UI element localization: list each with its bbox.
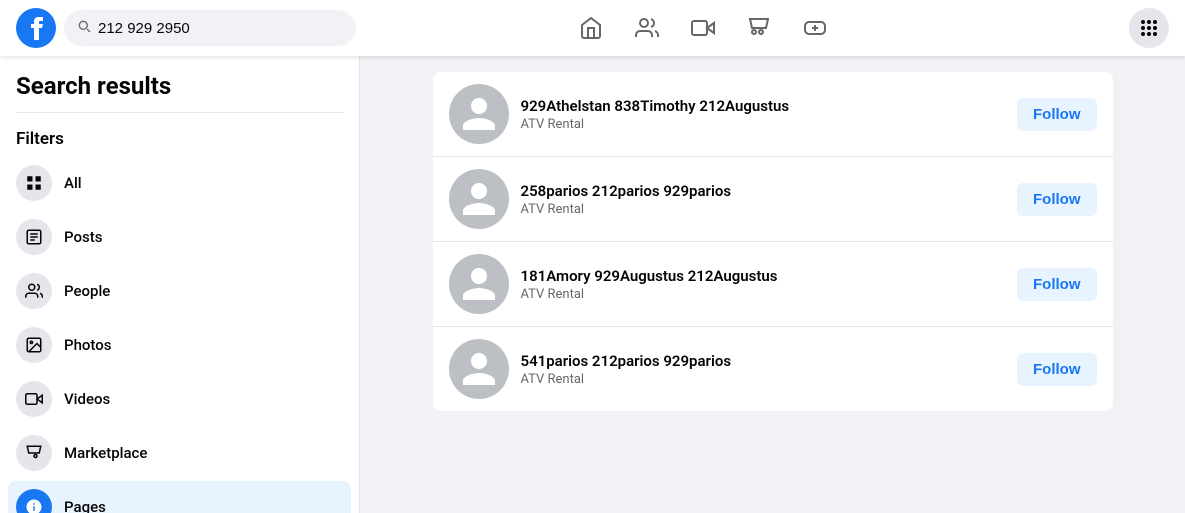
app-layout: Search results Filters All Posts People bbox=[0, 0, 1185, 513]
sidebar-item-label: Marketplace bbox=[64, 444, 147, 462]
search-icon bbox=[76, 18, 92, 38]
avatar bbox=[449, 339, 509, 399]
posts-icon bbox=[16, 219, 52, 255]
sidebar-item-label: People bbox=[64, 282, 110, 300]
sidebar-divider bbox=[16, 112, 343, 113]
avatar bbox=[449, 169, 509, 229]
search-box[interactable] bbox=[64, 10, 356, 46]
sidebar-item-pages[interactable]: Pages bbox=[8, 481, 351, 513]
sidebar-item-videos[interactable]: Videos bbox=[8, 373, 351, 425]
top-navigation bbox=[0, 0, 1185, 56]
avatar bbox=[449, 254, 509, 314]
table-row: 181Amory 929Augustus 212Augustus ATV Ren… bbox=[433, 242, 1113, 327]
result-name: 258parios 212parios 929parios bbox=[521, 182, 1006, 200]
result-name: 181Amory 929Augustus 212Augustus bbox=[521, 267, 1006, 285]
sidebar-item-label: Posts bbox=[64, 228, 102, 246]
follow-button[interactable]: Follow bbox=[1017, 268, 1097, 301]
apps-menu-button[interactable] bbox=[1129, 8, 1169, 48]
sidebar-item-people[interactable]: People bbox=[8, 265, 351, 317]
follow-button[interactable]: Follow bbox=[1017, 353, 1097, 386]
table-row: 929Athelstan 838Timothy 212Augustus ATV … bbox=[433, 72, 1113, 157]
result-info: 258parios 212parios 929parios ATV Rental bbox=[521, 182, 1006, 217]
sidebar-item-photos[interactable]: Photos bbox=[8, 319, 351, 371]
result-info: 181Amory 929Augustus 212Augustus ATV Ren… bbox=[521, 267, 1006, 302]
marketplace-icon bbox=[16, 435, 52, 471]
follow-button[interactable]: Follow bbox=[1017, 183, 1097, 216]
marketplace-nav-button[interactable] bbox=[735, 4, 783, 52]
page-title: Search results bbox=[8, 72, 351, 112]
avatar bbox=[449, 84, 509, 144]
pages-icon bbox=[16, 489, 52, 513]
follow-button[interactable]: Follow bbox=[1017, 98, 1097, 131]
filters-label: Filters bbox=[8, 125, 351, 157]
table-row: 258parios 212parios 929parios ATV Rental… bbox=[433, 157, 1113, 242]
all-icon bbox=[16, 165, 52, 201]
home-nav-button[interactable] bbox=[567, 4, 615, 52]
result-info: 541parios 212parios 929parios ATV Rental bbox=[521, 352, 1006, 387]
nav-center-icons bbox=[356, 4, 1049, 52]
result-name: 541parios 212parios 929parios bbox=[521, 352, 1006, 370]
table-row: 541parios 212parios 929parios ATV Rental… bbox=[433, 327, 1113, 411]
results-list: 929Athelstan 838Timothy 212Augustus ATV … bbox=[433, 72, 1113, 411]
sidebar-item-posts[interactable]: Posts bbox=[8, 211, 351, 263]
result-info: 929Athelstan 838Timothy 212Augustus ATV … bbox=[521, 97, 1006, 132]
sidebar-item-all[interactable]: All bbox=[8, 157, 351, 209]
people-icon bbox=[16, 273, 52, 309]
facebook-logo-icon bbox=[16, 8, 56, 48]
sidebar-item-label: Photos bbox=[64, 336, 111, 354]
grid-icon bbox=[1139, 18, 1159, 38]
sidebar-item-label: Pages bbox=[64, 498, 106, 513]
nav-right bbox=[1049, 8, 1169, 48]
result-category: ATV Rental bbox=[521, 372, 1006, 387]
friends-nav-button[interactable] bbox=[623, 4, 671, 52]
videos-icon bbox=[16, 381, 52, 417]
result-category: ATV Rental bbox=[521, 202, 1006, 217]
gaming-nav-button[interactable] bbox=[791, 4, 839, 52]
result-category: ATV Rental bbox=[521, 287, 1006, 302]
sidebar: Search results Filters All Posts People bbox=[0, 56, 360, 513]
photos-icon bbox=[16, 327, 52, 363]
sidebar-item-label: All bbox=[64, 174, 82, 192]
result-name: 929Athelstan 838Timothy 212Augustus bbox=[521, 97, 1006, 115]
watch-nav-button[interactable] bbox=[679, 4, 727, 52]
sidebar-item-marketplace[interactable]: Marketplace bbox=[8, 427, 351, 479]
search-input[interactable] bbox=[98, 20, 278, 37]
result-category: ATV Rental bbox=[521, 117, 1006, 132]
main-content: 929Athelstan 838Timothy 212Augustus ATV … bbox=[360, 56, 1185, 513]
sidebar-item-label: Videos bbox=[64, 390, 110, 408]
nav-left bbox=[16, 8, 356, 48]
